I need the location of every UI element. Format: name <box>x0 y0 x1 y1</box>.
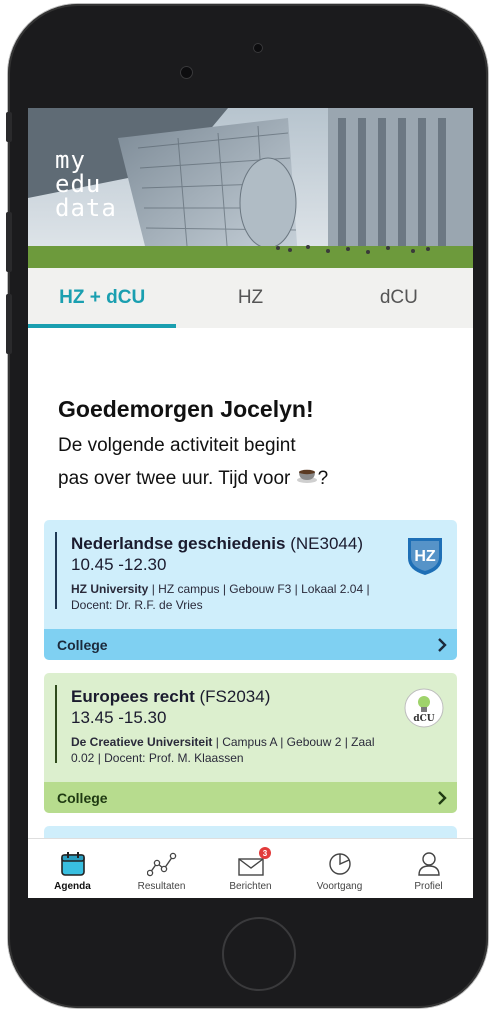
activity-type-bar[interactable]: College <box>44 629 457 660</box>
nav-label: Voortgang <box>316 881 363 892</box>
greeting-message: De volgende activiteit begint pas over t… <box>58 429 448 495</box>
activity-type-label: College <box>57 789 108 806</box>
course-title: Nederlandse geschiedenis (NE3044) <box>71 534 457 554</box>
myedudata-logo: my edu data <box>55 146 117 222</box>
activity-type-label: College <box>57 636 108 653</box>
institution-name: HZ University <box>71 582 149 596</box>
greeting-section: Goedemorgen Jocelyn! De volgende activit… <box>58 394 448 495</box>
course-details: HZ University | HZ campus | Gebouw F3 | … <box>71 581 401 613</box>
institution-name: De Creatieve Universiteit <box>71 735 213 749</box>
svg-text:dCU: dCU <box>413 714 434 724</box>
course-details: De Creatieve Universiteit | Campus A | G… <box>71 734 401 766</box>
course-code: (NE3044) <box>290 534 363 553</box>
greeting-line-2-end: ? <box>317 468 329 489</box>
pie-chart-icon <box>328 853 351 875</box>
institution-tabs: HZ + dCU HZ dCU <box>28 268 473 328</box>
course-name: Nederlandse geschiedenis <box>71 534 286 553</box>
course-time: 10.45 -12.30 <box>71 555 167 574</box>
front-sensor <box>253 43 263 53</box>
calendar-icon <box>60 852 85 876</box>
nav-label: Berichten <box>229 881 272 892</box>
dcu-logo-icon: dCU <box>403 687 445 734</box>
nav-label: Profiel <box>414 881 443 892</box>
app-screen: my edu data HZ + dCU HZ dCU Goedemorgen … <box>28 108 473 898</box>
tab-dcu[interactable]: dCU <box>325 268 473 328</box>
greeting-line-1: De volgende activiteit begint <box>58 435 296 456</box>
course-time: 13.45 -15.30 <box>71 708 167 727</box>
nav-resultaten[interactable]: Resultaten <box>117 839 206 898</box>
course-name: Europees recht <box>71 687 195 706</box>
nav-berichten[interactable]: 3 Berichten <box>206 839 295 898</box>
chevron-right-icon <box>427 637 457 652</box>
nav-agenda[interactable]: Agenda <box>28 839 117 898</box>
tab-hz-dcu[interactable]: HZ + dCU <box>28 268 177 328</box>
nav-label: Agenda <box>54 881 91 892</box>
volume-up-button <box>6 212 12 272</box>
nav-profiel[interactable]: Profiel <box>384 839 473 898</box>
course-title: Europees recht (FS2034) <box>71 687 457 707</box>
home-button[interactable] <box>222 917 296 991</box>
activity-card[interactable]: Europees recht (FS2034) 13.45 -15.30 De … <box>44 673 457 813</box>
bottom-navigation: Agenda Resultaten 3 Berichten Voortgang … <box>28 838 473 898</box>
volume-down-button <box>6 294 12 354</box>
nav-voortgang[interactable]: Voortgang <box>295 839 384 898</box>
tab-hz[interactable]: HZ <box>176 268 324 328</box>
chevron-right-icon <box>427 790 457 805</box>
chart-line-icon <box>146 852 176 877</box>
header-campus-photo: my edu data <box>28 108 473 268</box>
mute-switch <box>6 112 12 142</box>
person-icon <box>417 852 440 876</box>
greeting-title: Goedemorgen Jocelyn! <box>58 396 314 422</box>
activity-type-bar[interactable]: College <box>44 782 457 813</box>
unread-count-badge: 3 <box>259 847 271 859</box>
front-camera <box>180 66 193 79</box>
course-code: (FS2034) <box>199 687 271 706</box>
hz-logo-icon: HZ <box>405 534 445 581</box>
activity-card[interactable]: Nederlandse geschiedenis (NE3044) 10.45 … <box>44 520 457 660</box>
coffee-icon <box>296 462 318 495</box>
nav-label: Resultaten <box>137 881 186 892</box>
svg-text:HZ: HZ <box>414 548 436 565</box>
greeting-line-2: pas over twee uur. Tijd voor <box>58 468 291 489</box>
